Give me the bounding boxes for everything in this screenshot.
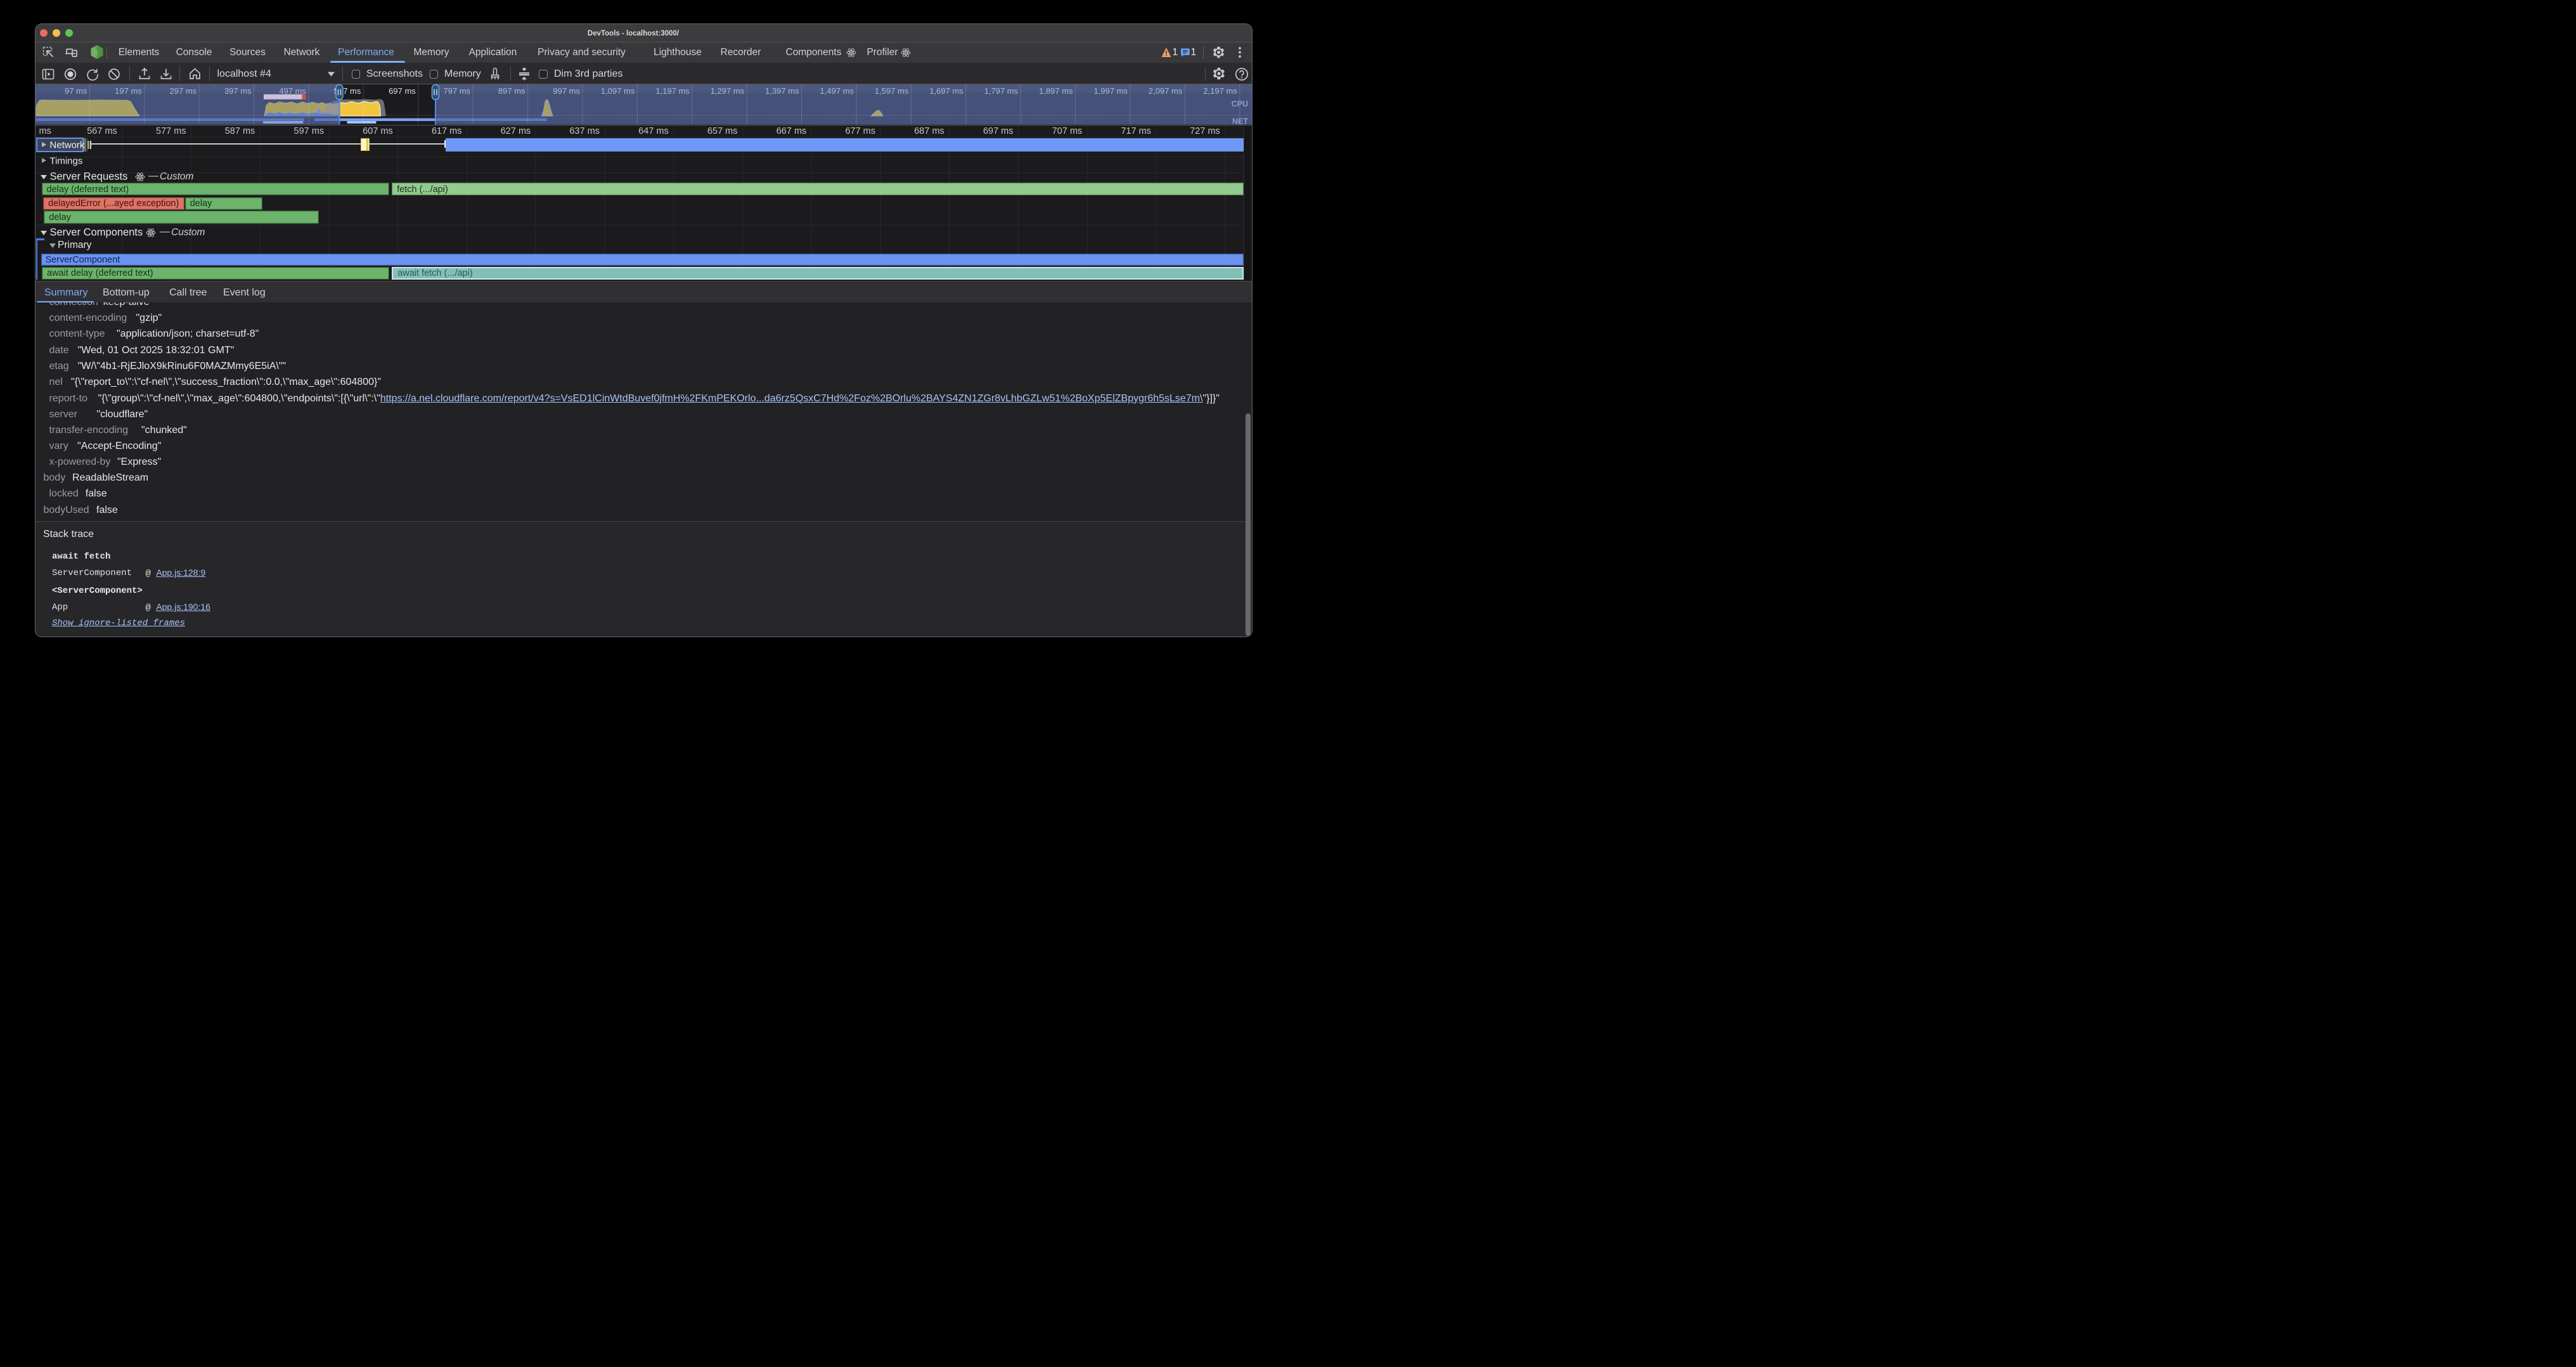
svg-text:497 ms: 497 ms — [279, 86, 306, 96]
svg-text:NET: NET — [1232, 117, 1248, 125]
svg-text:897 ms: 897 ms — [498, 86, 525, 96]
svg-text:1,297 ms: 1,297 ms — [711, 86, 745, 96]
svg-text:1,197 ms: 1,197 ms — [655, 86, 690, 96]
svg-text:1,897 ms: 1,897 ms — [1039, 86, 1073, 96]
svg-text:197 ms: 197 ms — [115, 86, 142, 96]
svg-text:CPU: CPU — [1232, 100, 1248, 108]
svg-text:2,097 ms: 2,097 ms — [1149, 86, 1183, 96]
svg-text:1,097 ms: 1,097 ms — [601, 86, 635, 96]
svg-text:1,997 ms: 1,997 ms — [1094, 86, 1128, 96]
svg-text:697 ms: 697 ms — [389, 86, 416, 96]
svg-text:1,497 ms: 1,497 ms — [820, 86, 854, 96]
svg-text:1,397 ms: 1,397 ms — [765, 86, 799, 96]
svg-text:797 ms: 797 ms — [444, 86, 471, 96]
svg-text:2,197 ms: 2,197 ms — [1203, 86, 1237, 96]
svg-text:297 ms: 297 ms — [170, 86, 197, 96]
svg-text:97 ms: 97 ms — [65, 86, 87, 96]
svg-text:997 ms: 997 ms — [553, 86, 580, 96]
svg-text:1,797 ms: 1,797 ms — [984, 86, 1019, 96]
svg-text:1,697 ms: 1,697 ms — [929, 86, 963, 96]
svg-text:397 ms: 397 ms — [224, 86, 252, 96]
svg-text:1,597 ms: 1,597 ms — [875, 86, 909, 96]
